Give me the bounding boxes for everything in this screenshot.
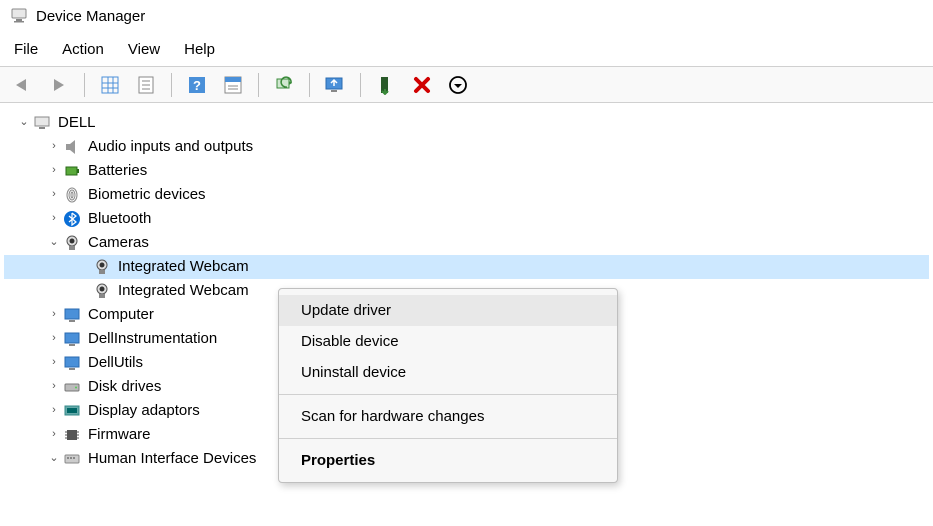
context-separator bbox=[279, 394, 617, 395]
chevron-down-icon[interactable]: ⌄ bbox=[46, 450, 62, 468]
tree-item-batteries[interactable]: › Batteries bbox=[4, 159, 929, 183]
monitor-icon bbox=[62, 329, 82, 349]
toolbar-separator bbox=[84, 73, 85, 97]
speaker-icon bbox=[62, 137, 82, 157]
tree-item-label: Firmware bbox=[88, 423, 151, 447]
chevron-right-icon[interactable]: › bbox=[46, 330, 62, 348]
toolbar: ? bbox=[0, 67, 933, 103]
tree-item-label: Integrated Webcam bbox=[118, 255, 249, 279]
context-update-driver[interactable]: Update driver bbox=[279, 295, 617, 326]
tree-item-label: Disk drives bbox=[88, 375, 161, 399]
chevron-right-icon[interactable]: › bbox=[46, 210, 62, 228]
battery-icon bbox=[62, 161, 82, 181]
context-scan-hardware[interactable]: Scan for hardware changes bbox=[279, 401, 617, 432]
help-button[interactable]: ? bbox=[184, 72, 210, 98]
chevron-down-icon[interactable]: ⌄ bbox=[46, 234, 62, 252]
fingerprint-icon bbox=[62, 185, 82, 205]
camera-icon bbox=[92, 281, 112, 301]
update-driver-button[interactable] bbox=[322, 72, 348, 98]
toolbar-separator bbox=[171, 73, 172, 97]
device-manager-icon bbox=[10, 6, 28, 27]
menu-help[interactable]: Help bbox=[184, 41, 215, 58]
chevron-right-icon[interactable]: › bbox=[46, 426, 62, 444]
camera-icon bbox=[62, 233, 82, 253]
chevron-right-icon[interactable]: › bbox=[46, 306, 62, 324]
tree-item-label: Bluetooth bbox=[88, 207, 151, 231]
svg-text:?: ? bbox=[193, 78, 201, 93]
print-button[interactable] bbox=[133, 72, 159, 98]
chevron-right-icon[interactable]: › bbox=[46, 402, 62, 420]
context-item-label: Scan for hardware changes bbox=[301, 408, 484, 425]
tree-item-audio[interactable]: › Audio inputs and outputs bbox=[4, 135, 929, 159]
chevron-right-icon[interactable]: › bbox=[46, 354, 62, 372]
menubar: File Action View Help bbox=[0, 33, 933, 67]
properties-button[interactable] bbox=[220, 72, 246, 98]
tree-item-label: Human Interface Devices bbox=[88, 447, 256, 471]
tree-item-webcam-1[interactable]: Integrated Webcam bbox=[4, 255, 929, 279]
chip-icon bbox=[62, 425, 82, 445]
chevron-down-icon[interactable]: ⌄ bbox=[16, 114, 32, 132]
tree-item-biometric[interactable]: › Biometric devices bbox=[4, 183, 929, 207]
tree-item-label: Computer bbox=[88, 303, 154, 327]
toolbar-separator bbox=[258, 73, 259, 97]
toolbar-separator bbox=[309, 73, 310, 97]
chevron-right-icon[interactable]: › bbox=[46, 378, 62, 396]
context-item-label: Disable device bbox=[301, 333, 399, 350]
tree-item-label: Integrated Webcam bbox=[118, 279, 249, 303]
menu-file[interactable]: File bbox=[14, 41, 38, 58]
uninstall-button[interactable] bbox=[373, 72, 399, 98]
tree-item-label: Cameras bbox=[88, 231, 149, 255]
tree-item-bluetooth[interactable]: › Bluetooth bbox=[4, 207, 929, 231]
context-uninstall-device[interactable]: Uninstall device bbox=[279, 357, 617, 388]
monitor-icon bbox=[62, 353, 82, 373]
context-disable-device[interactable]: Disable device bbox=[279, 326, 617, 357]
context-separator bbox=[279, 438, 617, 439]
window-title: Device Manager bbox=[36, 8, 145, 25]
tree-item-label: DellUtils bbox=[88, 351, 143, 375]
menu-view[interactable]: View bbox=[128, 41, 160, 58]
tree-item-cameras[interactable]: ⌄ Cameras bbox=[4, 231, 929, 255]
disk-icon bbox=[62, 377, 82, 397]
tree-item-label: Batteries bbox=[88, 159, 147, 183]
show-hidden-button[interactable] bbox=[97, 72, 123, 98]
tree-root-label: DELL bbox=[58, 111, 96, 135]
computer-icon bbox=[32, 113, 52, 133]
monitor-icon bbox=[62, 305, 82, 325]
chevron-right-icon[interactable]: › bbox=[46, 186, 62, 204]
camera-icon bbox=[92, 257, 112, 277]
scan-hardware-button[interactable] bbox=[271, 72, 297, 98]
forward-button[interactable] bbox=[46, 72, 72, 98]
tree-item-label: Biometric devices bbox=[88, 183, 206, 207]
chevron-right-icon[interactable]: › bbox=[46, 162, 62, 180]
context-menu: Update driver Disable device Uninstall d… bbox=[278, 288, 618, 483]
tree-item-label: DellInstrumentation bbox=[88, 327, 217, 351]
hid-icon bbox=[62, 449, 82, 469]
disable-button[interactable] bbox=[409, 72, 435, 98]
menu-action[interactable]: Action bbox=[62, 41, 104, 58]
toolbar-separator bbox=[360, 73, 361, 97]
context-item-label: Update driver bbox=[301, 302, 391, 319]
enable-button[interactable] bbox=[445, 72, 471, 98]
bluetooth-icon bbox=[62, 209, 82, 229]
back-button[interactable] bbox=[10, 72, 36, 98]
tree-item-label: Display adaptors bbox=[88, 399, 200, 423]
chevron-right-icon[interactable]: › bbox=[46, 138, 62, 156]
display-adaptor-icon bbox=[62, 401, 82, 421]
titlebar: Device Manager bbox=[0, 0, 933, 33]
tree-root[interactable]: ⌄ DELL bbox=[4, 111, 929, 135]
context-properties[interactable]: Properties bbox=[279, 445, 617, 476]
context-item-label: Properties bbox=[301, 452, 375, 469]
context-item-label: Uninstall device bbox=[301, 364, 406, 381]
tree-item-label: Audio inputs and outputs bbox=[88, 135, 253, 159]
